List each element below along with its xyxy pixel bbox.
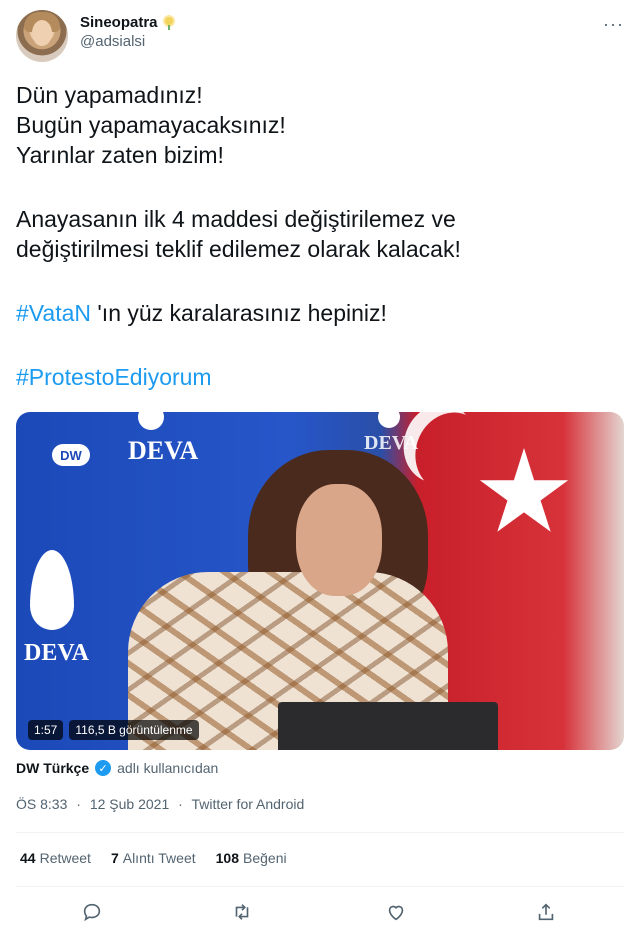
action-bar	[0, 896, 640, 928]
source-account[interactable]: DW Türkçe	[16, 760, 89, 776]
tweet-date[interactable]: 12 Şub 2021	[90, 796, 169, 812]
verified-icon: ✓	[95, 760, 112, 776]
tweet-time[interactable]: ÖS 8:33	[16, 796, 67, 812]
tweet-header: Sineopatra @adsialsi ···	[16, 10, 624, 66]
retweet-icon	[235, 904, 249, 920]
tweet-line: Bugün yapamayacaksınız!	[16, 112, 286, 138]
hashtag-vatan[interactable]: #VataN	[16, 300, 91, 326]
dw-logo: DW	[52, 444, 90, 466]
avatar[interactable]	[16, 10, 68, 62]
video-source: DW Türkçe ✓ adlı kullanıcıdan	[16, 760, 218, 776]
flower-emoji-icon	[162, 16, 176, 30]
retweet-label: Retweet	[39, 850, 91, 866]
deva-banner: DEVA	[128, 436, 199, 465]
quote-count: 7	[110, 850, 119, 866]
speaker-face	[296, 484, 382, 596]
reply-button[interactable]	[76, 896, 108, 928]
tweet-line-hashtag: #ProtestoEdiyorum	[16, 362, 616, 392]
tweet-line: Dün yapamadınız!	[16, 82, 203, 108]
deva-drop-icon	[378, 412, 400, 428]
divider	[16, 886, 624, 887]
divider	[16, 832, 624, 833]
display-name-text[interactable]: Sineopatra	[80, 14, 158, 31]
tweet-client[interactable]: Twitter for Android	[191, 796, 304, 812]
hashtag-protesto[interactable]: #ProtestoEdiyorum	[16, 364, 212, 390]
like-count: 108	[215, 850, 239, 866]
reply-icon	[83, 903, 101, 922]
meta-separator: ·	[76, 796, 81, 812]
video-views: 116,5 B görüntülenme	[69, 720, 199, 740]
retweet-stat[interactable]: 44 Retweet	[20, 850, 91, 866]
more-icon[interactable]: ···	[603, 14, 624, 35]
video-player[interactable]: DW DEVA DEVA DEVA 1:57 116,5 B görüntüle…	[16, 412, 624, 750]
flag-star	[479, 448, 569, 532]
video-info: 1:57 116,5 B görüntülenme	[28, 720, 199, 740]
tweet-line: Anayasanın ilk 4 maddesi değiştirilemez …	[16, 206, 456, 232]
share-button[interactable]	[530, 896, 562, 928]
tweet-meta: ÖS 8:33 · 12 Şub 2021 · Twitter for Andr…	[16, 796, 304, 812]
author-display-name[interactable]: Sineopatra	[80, 14, 176, 31]
tweet-line-hashtag: #VataN 'ın yüz karalarasınız hepiniz!	[16, 298, 616, 328]
deva-drop-icon	[138, 412, 164, 430]
tweet-line: Yarınlar zaten bizim!	[16, 142, 224, 168]
like-icon	[388, 905, 404, 921]
like-label: Beğeni	[243, 850, 287, 866]
tweet-text: Dün yapamadınız! Bugün yapamayacaksınız!…	[16, 80, 616, 392]
desk	[278, 702, 498, 750]
deva-drop-icon	[30, 550, 74, 630]
share-icon	[538, 903, 554, 921]
meta-separator: ·	[178, 796, 183, 812]
like-button[interactable]	[380, 896, 412, 928]
video-duration: 1:57	[28, 720, 64, 740]
retweet-button[interactable]	[226, 896, 258, 928]
tweet-stats: 44 Retweet 7 Alıntı Tweet 108 Beğeni	[20, 850, 287, 866]
author-block[interactable]: Sineopatra @adsialsi	[80, 14, 176, 50]
retweet-count: 44	[20, 850, 36, 866]
deva-banner: DEVA	[364, 432, 419, 454]
quote-label: Alıntı Tweet	[122, 850, 196, 866]
tweet-line-rest: 'ın yüz karalarasınız hepiniz!	[97, 300, 387, 326]
quote-stat[interactable]: 7 Alıntı Tweet	[111, 850, 196, 866]
tweet: Sineopatra @adsialsi ··· Dün yapamadınız…	[0, 0, 640, 938]
tweet-line: değiştirilmesi teklif edilemez olarak ka…	[16, 236, 461, 262]
deva-banner: DEVA	[24, 640, 89, 666]
author-handle[interactable]: @adsialsi	[80, 33, 176, 50]
flag-crescent	[404, 412, 497, 502]
like-stat[interactable]: 108 Beğeni	[216, 850, 287, 866]
source-suffix: adlı kullanıcıdan	[117, 760, 219, 776]
